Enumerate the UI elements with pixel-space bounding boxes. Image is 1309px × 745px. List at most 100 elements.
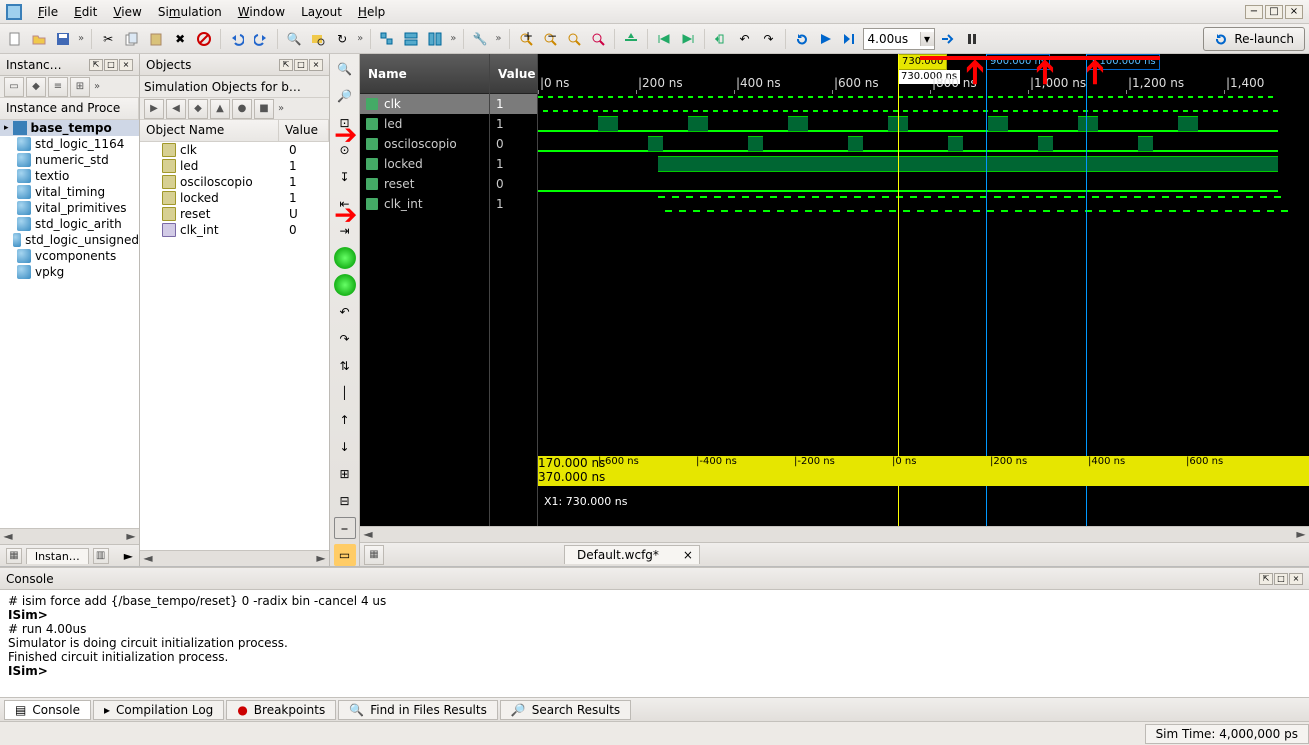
- find-files-button[interactable]: [307, 28, 329, 50]
- paste-button[interactable]: [145, 28, 167, 50]
- undo-button[interactable]: [226, 28, 248, 50]
- run-time-combo[interactable]: ▾: [863, 28, 935, 50]
- cancel-button[interactable]: [193, 28, 215, 50]
- waveform-tab[interactable]: Default.wcfg* ×: [564, 545, 700, 564]
- panel-max-icon[interactable]: □: [104, 59, 118, 71]
- run-time-input[interactable]: [864, 32, 920, 46]
- zoom-cursor-button[interactable]: [587, 28, 609, 50]
- redo-button[interactable]: [250, 28, 272, 50]
- view-hier-button[interactable]: ◆: [26, 77, 46, 97]
- menu-simulation[interactable]: Simulation: [150, 3, 230, 21]
- object-item[interactable]: locked1: [140, 190, 329, 206]
- goto-start-button[interactable]: [653, 28, 675, 50]
- prev-transition-button[interactable]: [710, 28, 732, 50]
- collapse-icon[interactable]: ⊟: [334, 490, 356, 512]
- instance-item[interactable]: vcomponents: [0, 248, 139, 264]
- goto-time-icon[interactable]: ↧: [334, 166, 356, 188]
- zoom-out-icon[interactable]: 🔎: [334, 85, 356, 107]
- break-button[interactable]: [961, 28, 983, 50]
- panel-dock-icon[interactable]: ⇱: [1259, 573, 1273, 585]
- step-button[interactable]: [937, 28, 959, 50]
- settings-button[interactable]: 🔧: [469, 28, 491, 50]
- delete-button[interactable]: ✖: [169, 28, 191, 50]
- instances-bottom-tab[interactable]: Instan…: [26, 548, 89, 564]
- filter-out-button[interactable]: ◀: [166, 99, 186, 119]
- instance-item[interactable]: ▸base_tempo: [0, 120, 139, 136]
- goto-start-icon[interactable]: ⇤: [334, 193, 356, 215]
- instance-item[interactable]: std_logic_arith: [0, 216, 139, 232]
- copy-button[interactable]: [121, 28, 143, 50]
- menu-help[interactable]: Help: [350, 3, 393, 21]
- marker-prev-icon[interactable]: [334, 274, 356, 296]
- goto-time-button[interactable]: [620, 28, 642, 50]
- instance-item[interactable]: std_logic_1164: [0, 136, 139, 152]
- filter-constant-button[interactable]: ●: [232, 99, 252, 119]
- console-tab[interactable]: 🔎Search Results: [500, 700, 631, 720]
- menu-window[interactable]: Window: [230, 3, 293, 21]
- float-icon[interactable]: ▭: [334, 544, 356, 566]
- chevron-down-icon[interactable]: ▾: [920, 32, 934, 46]
- wave-signal-row[interactable]: led: [360, 114, 489, 134]
- next-tr-icon[interactable]: ↷: [334, 328, 356, 350]
- refresh-button[interactable]: ↻: [331, 28, 353, 50]
- window-tile-button[interactable]: [400, 28, 422, 50]
- console-tab[interactable]: ●Breakpoints: [226, 700, 336, 720]
- object-item[interactable]: clk_int0: [140, 222, 329, 238]
- waveform-canvas[interactable]: 730.000730.000 ns900.000 ns1,100.000 ns|…: [538, 54, 1309, 526]
- window-maximize-icon[interactable]: □: [1265, 5, 1283, 19]
- instance-item[interactable]: std_logic_unsigned: [0, 232, 139, 248]
- zoom-cursor-icon[interactable]: ⊙: [334, 139, 356, 161]
- panel-max-icon[interactable]: □: [1274, 573, 1288, 585]
- view-list-button[interactable]: ≡: [48, 77, 68, 97]
- marker-add-icon[interactable]: [334, 247, 356, 269]
- swap-icon[interactable]: ⇅: [334, 355, 356, 377]
- source-tab-icon[interactable]: ▥: [93, 548, 109, 564]
- objects-tree[interactable]: clk0led1osciloscopio1locked1resetUclk_in…: [140, 142, 329, 550]
- panel-dock-icon[interactable]: ⇱: [89, 59, 103, 71]
- prev-edge-button[interactable]: ↶: [734, 28, 756, 50]
- goto-end-icon[interactable]: ⇥: [334, 220, 356, 242]
- restart-button[interactable]: [791, 28, 813, 50]
- object-item[interactable]: clk0: [140, 142, 329, 158]
- panel-dock-icon[interactable]: ⇱: [279, 59, 293, 71]
- filter-internal-button[interactable]: ▲: [210, 99, 230, 119]
- move-up-icon[interactable]: ↑: [334, 409, 356, 431]
- wave-signal-row[interactable]: reset: [360, 174, 489, 194]
- open-file-button[interactable]: [28, 28, 50, 50]
- zoom-fit-icon[interactable]: ⊡: [334, 112, 356, 134]
- wave-value-header[interactable]: Value: [490, 54, 537, 94]
- view-flat-button[interactable]: ▭: [4, 77, 24, 97]
- instance-item[interactable]: vpkg: [0, 264, 139, 280]
- collapse-button[interactable]: [376, 28, 398, 50]
- objects-value-header[interactable]: Value: [279, 120, 329, 141]
- filter-inout-button[interactable]: ◆: [188, 99, 208, 119]
- move-down-icon[interactable]: ↓: [334, 436, 356, 458]
- goto-end-button[interactable]: [677, 28, 699, 50]
- wave-signal-row[interactable]: clk: [360, 94, 489, 114]
- view-detail-button[interactable]: ⊞: [70, 77, 90, 97]
- instance-item[interactable]: numeric_std: [0, 152, 139, 168]
- memory-tab-icon[interactable]: ▦: [6, 548, 22, 564]
- new-file-button[interactable]: [4, 28, 26, 50]
- menu-view[interactable]: View: [105, 3, 149, 21]
- instance-item[interactable]: textio: [0, 168, 139, 184]
- wave-signal-row[interactable]: locked: [360, 154, 489, 174]
- panel-close-icon[interactable]: ×: [119, 59, 133, 71]
- menu-edit[interactable]: Edit: [66, 3, 105, 21]
- wave-signal-row[interactable]: osciloscopio: [360, 134, 489, 154]
- console-output[interactable]: # isim force add {/base_tempo/reset} 0 -…: [0, 590, 1309, 697]
- save-button[interactable]: [52, 28, 74, 50]
- menu-file[interactable]: FFileile: [30, 3, 66, 21]
- instance-item[interactable]: vital_primitives: [0, 200, 139, 216]
- console-tab[interactable]: 🔍Find in Files Results: [338, 700, 498, 720]
- window-cascade-button[interactable]: [424, 28, 446, 50]
- zoom-fit-button[interactable]: [563, 28, 585, 50]
- filter-variable-button[interactable]: ■: [254, 99, 274, 119]
- close-icon[interactable]: ×: [683, 548, 693, 562]
- add-cursor-icon[interactable]: │: [334, 382, 356, 404]
- console-tab[interactable]: ▸Compilation Log: [93, 700, 224, 720]
- objects-name-header[interactable]: Object Name: [140, 120, 279, 141]
- panel-close-icon[interactable]: ×: [309, 59, 323, 71]
- object-item[interactable]: resetU: [140, 206, 329, 222]
- run-for-button[interactable]: [839, 28, 861, 50]
